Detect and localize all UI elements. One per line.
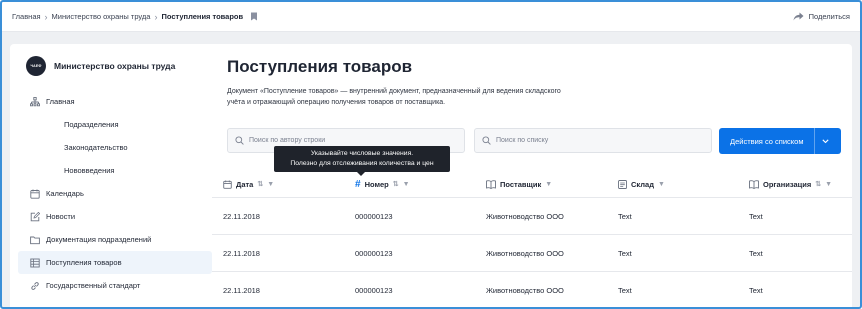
- table-icon: [30, 258, 40, 267]
- sitemap-icon: [30, 96, 40, 106]
- sidebar-item-label: Законодательство: [64, 143, 128, 152]
- page-title: Поступления товаров: [227, 57, 413, 76]
- column-label: Номер: [364, 179, 389, 189]
- bookmark-icon[interactable]: [250, 12, 258, 21]
- sidebar-item-departments[interactable]: Подразделения: [18, 113, 212, 136]
- sort-icon[interactable]: ⇅: [393, 180, 399, 188]
- cell-organization: Text: [749, 211, 763, 221]
- sidebar-item-label: Календарь: [46, 189, 84, 198]
- column-header-date[interactable]: Дата ⇅ ▼: [223, 170, 274, 198]
- share-icon: [793, 12, 804, 21]
- cell-supplier: Животноводство ООО: [486, 248, 564, 258]
- sidebar-item-state-standard[interactable]: Государственный стандарт: [18, 274, 212, 297]
- edit-icon: [30, 211, 40, 221]
- list-box-icon: [618, 179, 627, 189]
- sidebar-item-legislation[interactable]: Законодательство: [18, 136, 212, 159]
- button-divider: [814, 128, 816, 154]
- sidebar-item-label: Главная: [46, 97, 75, 106]
- sort-icon[interactable]: ⇅: [257, 180, 263, 188]
- list-actions-label: Действия со списком: [730, 136, 804, 146]
- sidebar-item-news[interactable]: Новости: [18, 205, 212, 228]
- filter-icon[interactable]: ▼: [825, 181, 832, 188]
- tooltip-line: Полезно для отслеживания количества и це…: [290, 160, 434, 167]
- column-label: Организация: [763, 179, 812, 189]
- cell-number: 000000123: [355, 211, 393, 221]
- folder-icon: [30, 236, 40, 244]
- top-bar: Главная › Министерство охраны труда › По…: [2, 2, 860, 32]
- table-row[interactable]: 22.11.2018 000000123 Животноводство ООО …: [212, 198, 852, 235]
- cell-number: 000000123: [355, 248, 393, 258]
- cell-warehouse: Text: [618, 248, 632, 258]
- column-label: Склад: [631, 179, 654, 189]
- org-name: Министерство охраны труда: [54, 61, 176, 71]
- sidebar-nav: Главная Подразделения Законодательство Н…: [18, 90, 212, 297]
- filter-icon[interactable]: ▼: [658, 181, 665, 188]
- page-area: ЧАЕФ Министерство охраны труда Главная П…: [2, 32, 860, 309]
- link-icon: [31, 281, 39, 290]
- table-row[interactable]: 22.11.2018 000000123 Животноводство ООО …: [212, 235, 852, 272]
- sidebar-item-label: Документация подразделений: [46, 235, 152, 244]
- book-icon: [749, 179, 759, 189]
- sidebar-item-label: Нововведения: [64, 166, 115, 175]
- filter-icon[interactable]: ▼: [545, 181, 552, 188]
- column-header-organization[interactable]: Организация ⇅ ▼: [749, 170, 832, 198]
- chevron-down-icon[interactable]: [822, 138, 830, 144]
- cell-supplier: Животноводство ООО: [486, 285, 564, 295]
- sidebar-item-goods-receipts[interactable]: Поступления товаров: [18, 251, 212, 274]
- filter-icon[interactable]: ▼: [403, 181, 410, 188]
- list-search-input[interactable]: [496, 137, 711, 144]
- tooltip: Указывайте числовые значения. Полезно дл…: [274, 146, 450, 176]
- book-icon: [486, 179, 496, 189]
- sidebar: ЧАЕФ Министерство охраны труда Главная П…: [10, 44, 212, 309]
- hash-icon: #: [355, 178, 361, 190]
- calendar-icon: [30, 189, 40, 199]
- content-card: ЧАЕФ Министерство охраны труда Главная П…: [10, 44, 852, 309]
- chevron-right-icon: ›: [44, 11, 48, 22]
- cell-organization: Text: [749, 248, 763, 258]
- share-label: Поделиться: [808, 12, 850, 21]
- page-description: Документ «Поступление товаров» — внутрен…: [227, 88, 561, 106]
- tooltip-line: Указывайте числовые значения.: [310, 150, 414, 157]
- share-button[interactable]: Поделиться: [793, 12, 850, 21]
- chevron-right-icon: ›: [154, 11, 158, 22]
- calendar-icon: [223, 179, 232, 189]
- sidebar-item-label: Новости: [46, 212, 76, 221]
- list-actions-button[interactable]: Действия со списком: [719, 128, 841, 154]
- breadcrumb-ministry[interactable]: Министерство охраны труда: [52, 12, 151, 21]
- list-search-field[interactable]: [474, 128, 712, 153]
- cell-supplier: Животноводство ООО: [486, 211, 564, 221]
- main-content: Поступления товаров Документ «Поступлени…: [212, 44, 852, 309]
- sidebar-item-label: Государственный стандарт: [46, 281, 141, 290]
- org-logo: ЧАЕФ: [26, 56, 46, 76]
- cell-date: 22.11.2018: [223, 248, 260, 258]
- breadcrumb: Главная › Министерство охраны труда › По…: [12, 12, 258, 22]
- column-label: Дата: [236, 179, 254, 189]
- search-icon: [235, 136, 244, 145]
- table-row[interactable]: 22.11.2018 000000123 Животноводство ООО …: [212, 272, 852, 309]
- cell-number: 000000123: [355, 285, 393, 295]
- cell-warehouse: Text: [618, 211, 632, 221]
- breadcrumb-current: Поступления товаров: [161, 12, 244, 21]
- breadcrumb-home[interactable]: Главная: [12, 12, 41, 21]
- sidebar-item-label: Подразделения: [64, 120, 119, 129]
- column-label: Поставщик: [500, 179, 542, 189]
- sidebar-item-innovations[interactable]: Нововведения: [18, 159, 212, 182]
- sidebar-item-label: Поступления товаров: [46, 258, 122, 267]
- search-icon: [482, 136, 491, 145]
- sidebar-item-home[interactable]: Главная: [18, 90, 212, 113]
- sidebar-item-department-docs[interactable]: Документация подразделений: [18, 228, 212, 251]
- cell-date: 22.11.2018: [223, 285, 260, 295]
- filter-icon[interactable]: ▼: [267, 181, 274, 188]
- column-header-warehouse[interactable]: Склад ▼: [618, 170, 665, 198]
- cell-warehouse: Text: [618, 285, 632, 295]
- author-search-input[interactable]: [249, 137, 464, 144]
- column-header-supplier[interactable]: Поставщик ▼: [486, 170, 552, 198]
- sort-icon[interactable]: ⇅: [815, 180, 821, 188]
- cell-organization: Text: [749, 285, 763, 295]
- sidebar-item-calendar[interactable]: Календарь: [18, 182, 212, 205]
- org-header[interactable]: ЧАЕФ Министерство охраны труда: [26, 56, 175, 76]
- table-header: Дата ⇅ ▼ # Номер ⇅ ▼ Поставщик ▼ Склад ▼…: [212, 170, 852, 198]
- cell-date: 22.11.2018: [223, 211, 260, 221]
